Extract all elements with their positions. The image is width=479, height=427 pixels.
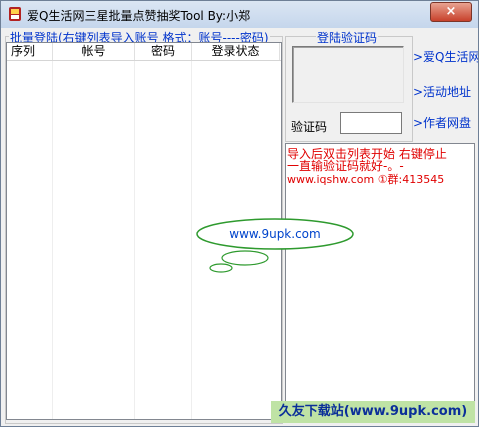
- app-icon: [9, 7, 21, 21]
- column-divider: [134, 61, 135, 419]
- column-header-index[interactable]: 序列: [7, 43, 53, 60]
- window-title: 爱Q生活网三星批量点赞抽奖Tool By:小郑: [27, 9, 251, 23]
- watermark-bubble-text: www.9upk.com: [229, 227, 321, 241]
- log-line: www.iqshw.com ①群:413545: [287, 173, 445, 186]
- close-button[interactable]: ×: [430, 2, 472, 22]
- column-divider: [191, 61, 192, 419]
- captcha-image[interactable]: [292, 46, 404, 103]
- column-header-password[interactable]: 密码: [135, 43, 192, 60]
- watermark-banner: 久友下载站(www.9upk.com): [271, 401, 475, 423]
- account-list-header: 序列 帐号 密码 登录状态: [7, 43, 281, 61]
- column-header-login-status[interactable]: 登录状态: [192, 43, 280, 60]
- captcha-input[interactable]: [340, 112, 402, 134]
- column-header-account[interactable]: 帐号: [53, 43, 135, 60]
- captcha-label: 验证码: [291, 120, 328, 134]
- link-iqshw[interactable]: >爱Q生活网: [413, 48, 478, 65]
- link-activity-address[interactable]: >活动地址: [413, 83, 471, 100]
- log-output[interactable]: 导入后双击列表开始 右键停止 一直输验证码就好-。- www.iqshw.com…: [285, 143, 475, 423]
- captcha-group-title: 登陆验证码: [316, 29, 379, 46]
- app-window: 爱Q生活网三星批量点赞抽奖Tool By:小郑 × 批量登陆(右键列表导入账号 …: [0, 0, 479, 427]
- watermark-bubble: [196, 218, 354, 273]
- link-author-netdisk[interactable]: >作者网盘: [413, 114, 471, 131]
- column-divider: [52, 61, 53, 419]
- close-icon: ×: [445, 4, 457, 19]
- title-bar[interactable]: 爱Q生活网三星批量点赞抽奖Tool By:小郑 ×: [1, 1, 478, 28]
